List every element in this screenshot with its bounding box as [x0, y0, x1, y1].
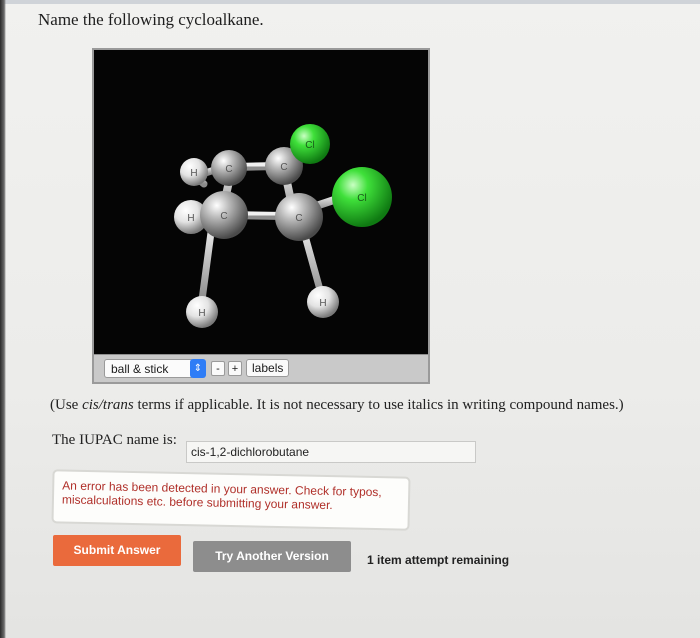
instruction-suffix: terms if applicable. It is not necessary… [133, 397, 624, 413]
attempts-remaining: 1 item attempt remaining [367, 553, 510, 567]
instruction-prefix: (Use [50, 397, 83, 413]
display-style-select[interactable]: ball & stick [104, 359, 194, 378]
c-atom-3: C [211, 150, 247, 186]
svg-text:H: H [319, 298, 326, 309]
screen-edge [0, 0, 6, 638]
svg-text:H: H [190, 168, 197, 179]
cl-atom-1: Cl [290, 124, 330, 164]
browser-top-bar [0, 0, 700, 4]
svg-text:Cl: Cl [305, 140, 314, 151]
answer-label: The IUPAC name is: [52, 432, 177, 448]
iupac-name-input[interactable]: cis-1,2-dichlorobutane [186, 441, 476, 463]
svg-text:C: C [295, 213, 302, 224]
submit-answer-button[interactable]: Submit Answer [53, 535, 181, 566]
svg-text:H: H [198, 308, 205, 319]
instruction-italic: cis/trans [82, 397, 134, 413]
viewer-controls: ball & stick ⇕ - + labels [94, 354, 428, 382]
svg-text:Cl: Cl [357, 193, 366, 204]
molecule-viewer[interactable]: H C H C Cl C C Cl H H ball & stick ⇕ - +… [92, 48, 430, 384]
error-feedback-box: An error has been detected in your answe… [51, 469, 411, 531]
svg-text:C: C [280, 162, 287, 173]
c-atom-2: C [275, 193, 323, 241]
labels-toggle-button[interactable]: labels [246, 359, 290, 377]
error-message: An error has been detected in your answe… [61, 478, 382, 513]
svg-text:H: H [187, 213, 194, 224]
h-atom-4: H [307, 286, 339, 318]
molecule-canvas[interactable]: H C H C Cl C C Cl H H [94, 50, 428, 355]
instruction-text: (Use cis/trans terms if applicable. It i… [50, 397, 690, 414]
svg-text:C: C [220, 211, 227, 222]
c-atom-1: C [200, 191, 248, 239]
h-atom-3: H [186, 296, 218, 328]
zoom-out-button[interactable]: - [211, 361, 225, 376]
bond-c1-h3 [198, 221, 216, 304]
svg-text:C: C [225, 164, 232, 175]
try-another-version-button[interactable]: Try Another Version [193, 541, 351, 572]
cl-atom-2: Cl [332, 167, 392, 227]
question-title: Name the following cycloalkane. [38, 10, 264, 29]
h-atom-1: H [180, 158, 208, 186]
select-arrows-icon[interactable]: ⇕ [190, 359, 206, 378]
zoom-in-button[interactable]: + [228, 361, 242, 376]
